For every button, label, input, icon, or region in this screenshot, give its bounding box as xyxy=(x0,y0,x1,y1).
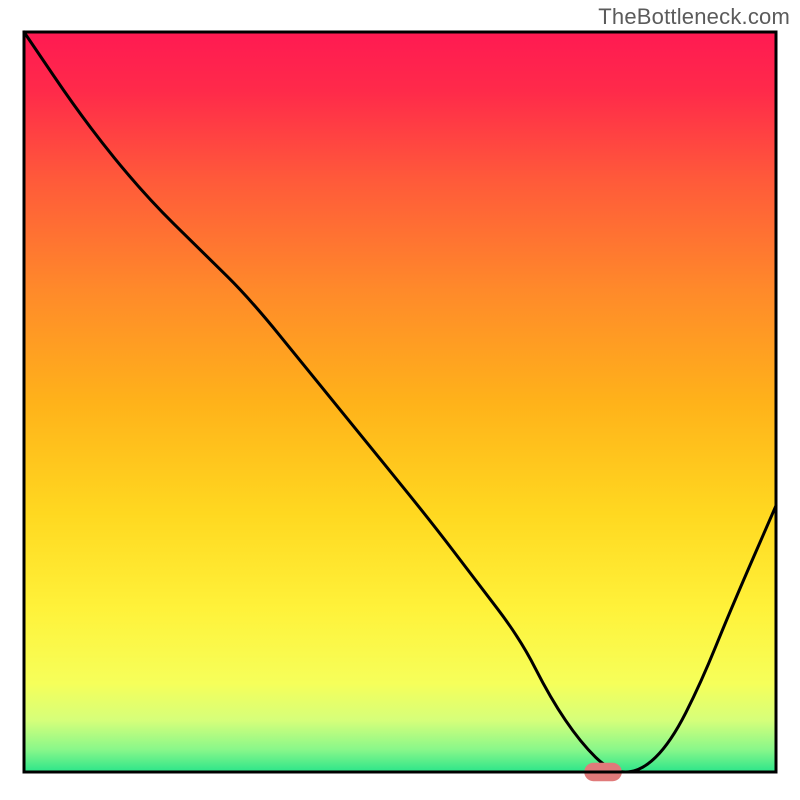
bottleneck-chart xyxy=(0,0,800,800)
chart-gradient-background xyxy=(24,32,776,772)
watermark-text: TheBottleneck.com xyxy=(598,4,790,30)
chart-stage: TheBottleneck.com xyxy=(0,0,800,800)
